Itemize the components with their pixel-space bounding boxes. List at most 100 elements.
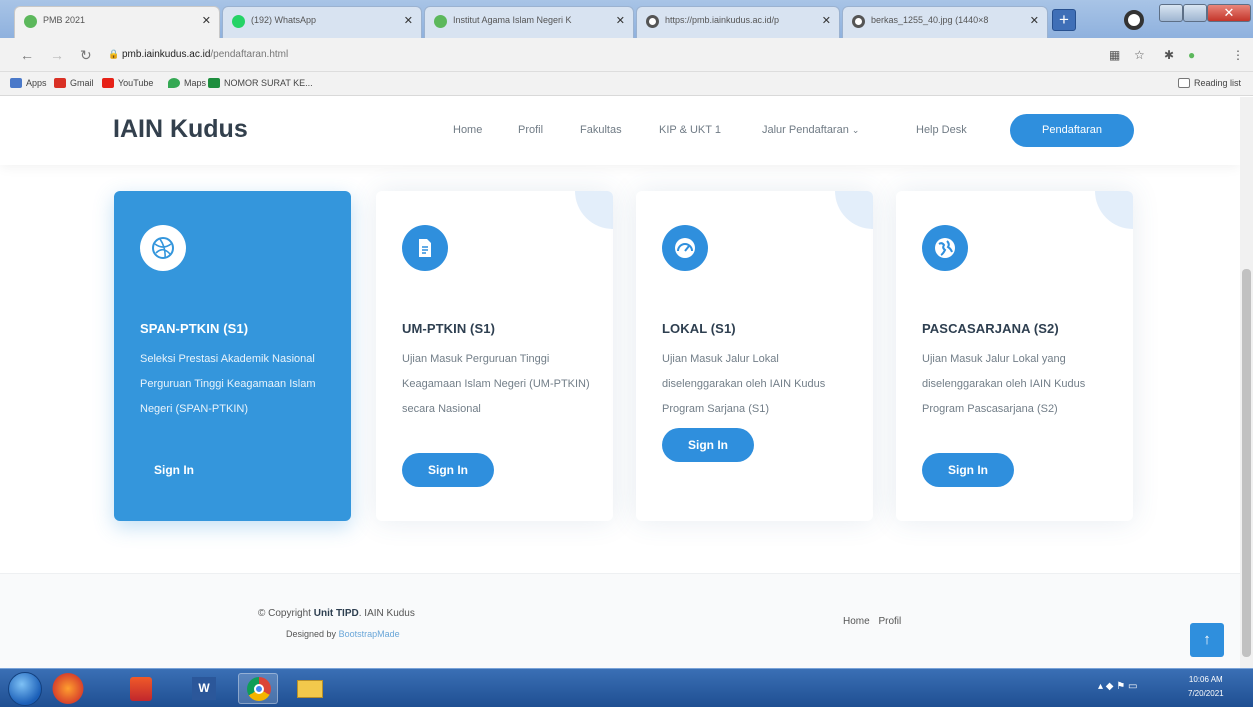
sign-in-button[interactable]: Sign In bbox=[922, 453, 1014, 487]
new-tab-button[interactable]: + bbox=[1052, 9, 1076, 31]
tab-label: berkas_1255_40.jpg (1440×8 bbox=[871, 15, 989, 25]
close-tab-icon[interactable]: ✕ bbox=[1030, 14, 1039, 27]
close-tab-icon[interactable]: ✕ bbox=[202, 14, 211, 27]
close-tab-icon[interactable]: ✕ bbox=[616, 14, 625, 27]
card-um-ptkin: UM-PTKIN (S1) Ujian Masuk Perguruan Ting… bbox=[376, 191, 613, 521]
extensions-puzzle-icon[interactable]: ✱ bbox=[1164, 48, 1174, 62]
reading-list-label: Reading list bbox=[1194, 78, 1242, 88]
browser-menu-icon[interactable]: ⋮ bbox=[1232, 48, 1244, 62]
card-description: Ujian Masuk Jalur Lokal yang diselenggar… bbox=[922, 353, 1086, 415]
bookmark-label: Apps bbox=[26, 78, 47, 88]
bookmark-label: YouTube bbox=[118, 78, 154, 88]
profile-avatar-icon[interactable] bbox=[1124, 10, 1144, 30]
globe-favicon-icon bbox=[852, 15, 865, 28]
site-favicon-icon bbox=[434, 15, 447, 28]
whatsapp-icon bbox=[232, 15, 245, 28]
footer-links: Home Profil bbox=[843, 616, 901, 627]
page-scrollbar[interactable] bbox=[1240, 97, 1253, 668]
file-explorer-icon[interactable] bbox=[290, 673, 330, 704]
url-path: /pendaftaran.html bbox=[210, 49, 289, 60]
chevron-down-icon: ⌄ bbox=[851, 125, 860, 135]
bookmark-label: NOMOR SURAT KE... bbox=[224, 78, 313, 88]
bookmark-star-icon[interactable]: ☆ bbox=[1134, 48, 1145, 62]
clock-time: 10:06 AM bbox=[1188, 675, 1223, 684]
globe-favicon-icon bbox=[646, 15, 659, 28]
bookmark-apps[interactable]: Apps bbox=[10, 78, 47, 88]
tab-label: https://pmb.iainkudus.ac.id/p bbox=[665, 15, 780, 25]
corner-decoration bbox=[575, 191, 613, 229]
nav-home[interactable]: Home bbox=[453, 124, 482, 136]
bookmark-label: Gmail bbox=[70, 78, 94, 88]
browser-toolbar: ← → ↻ 🔒 pmb.iainkudus.ac.id/pendaftaran.… bbox=[0, 38, 1253, 72]
maximize-window-button[interactable] bbox=[1183, 4, 1207, 22]
copyright-prefix: © Copyright bbox=[258, 608, 311, 619]
site-header: IAIN Kudus Home Profil Fakultas KIP & UK… bbox=[0, 97, 1240, 165]
pendaftaran-button[interactable]: Pendaftaran bbox=[1010, 114, 1134, 147]
nav-kip-ukt[interactable]: KIP & UKT 1 bbox=[659, 124, 721, 136]
sign-in-button[interactable]: Sign In bbox=[402, 453, 494, 487]
bookmark-gmail[interactable]: Gmail bbox=[54, 78, 94, 88]
tab-label: PMB 2021 bbox=[43, 15, 86, 25]
nav-help-desk[interactable]: Help Desk bbox=[916, 124, 967, 136]
card-description: Ujian Masuk Jalur Lokal diselenggarakan … bbox=[662, 353, 826, 415]
extension-icon[interactable]: ● bbox=[1188, 48, 1195, 62]
footer-link-home[interactable]: Home bbox=[843, 616, 870, 627]
web-page: IAIN Kudus Home Profil Fakultas KIP & UK… bbox=[0, 97, 1240, 668]
close-tab-icon[interactable]: ✕ bbox=[822, 14, 831, 27]
sign-in-button[interactable]: Sign In bbox=[144, 453, 204, 487]
back-arrow-icon[interactable]: ← bbox=[20, 47, 34, 63]
tab-pmb-url[interactable]: https://pmb.iainkudus.ac.id/p ✕ bbox=[636, 6, 840, 38]
taskbar-clock[interactable]: 10:06 AM 7/20/2021 bbox=[1188, 673, 1224, 701]
back-to-top-button[interactable]: ↑ bbox=[1190, 623, 1224, 657]
translate-icon[interactable]: ▦ bbox=[1109, 48, 1120, 62]
corner-decoration bbox=[835, 191, 873, 229]
reading-list-icon bbox=[1178, 78, 1190, 88]
arrow-up-icon: ↑ bbox=[1203, 631, 1211, 648]
chrome-icon[interactable] bbox=[238, 673, 278, 704]
card-title: UM-PTKIN (S1) bbox=[402, 321, 496, 336]
nav-fakultas[interactable]: Fakultas bbox=[580, 124, 622, 136]
sheets-icon bbox=[208, 78, 220, 88]
url-host: pmb.iainkudus.ac.id bbox=[122, 49, 211, 60]
forward-arrow-icon[interactable]: → bbox=[50, 47, 64, 63]
reading-list-button[interactable]: Reading list bbox=[1178, 78, 1241, 88]
card-description: Seleksi Prestasi Akademik Nasional Pergu… bbox=[140, 353, 316, 415]
tab-berkas[interactable]: berkas_1255_40.jpg (1440×8 ✕ bbox=[842, 6, 1048, 38]
office-icon[interactable] bbox=[130, 677, 152, 701]
maps-pin-icon bbox=[168, 78, 180, 88]
reload-icon[interactable]: ↻ bbox=[80, 47, 92, 64]
footer-link-profil[interactable]: Profil bbox=[878, 616, 901, 627]
card-lokal: LOKAL (S1) Ujian Masuk Jalur Lokal disel… bbox=[636, 191, 873, 521]
system-tray-icons[interactable]: ▴ ◆ ⚑ ▭ bbox=[1098, 681, 1137, 692]
firefox-icon[interactable] bbox=[48, 673, 88, 704]
bookmark-maps[interactable]: Maps bbox=[168, 78, 206, 88]
card-title: SPAN-PTKIN (S1) bbox=[140, 321, 249, 336]
sign-in-button[interactable]: Sign In bbox=[662, 428, 754, 462]
card-pascasarjana: PASCASARJANA (S2) Ujian Masuk Jalur Loka… bbox=[896, 191, 1133, 521]
scrollbar-thumb[interactable] bbox=[1242, 269, 1251, 657]
tab-label: (192) WhatsApp bbox=[251, 15, 317, 25]
dribbble-ball-icon bbox=[140, 225, 186, 271]
tab-pmb-2021[interactable]: PMB 2021 ✕ bbox=[14, 6, 220, 38]
card-span-ptkin: SPAN-PTKIN (S1) Seleksi Prestasi Akademi… bbox=[114, 191, 351, 521]
tab-institut[interactable]: Institut Agama Islam Negeri K ✕ bbox=[424, 6, 634, 38]
nav-profil[interactable]: Profil bbox=[518, 124, 543, 136]
close-window-button[interactable]: ✕ bbox=[1207, 4, 1251, 22]
site-logo[interactable]: IAIN Kudus bbox=[113, 115, 248, 144]
corner-decoration bbox=[1095, 191, 1133, 229]
bookmark-nomor-surat[interactable]: NOMOR SURAT KE... bbox=[208, 78, 313, 88]
browser-tab-strip: PMB 2021 ✕ (192) WhatsApp ✕ Institut Aga… bbox=[0, 0, 1253, 38]
address-bar-input[interactable]: 🔒 pmb.iainkudus.ac.id/pendaftaran.html bbox=[104, 44, 1104, 66]
clock-date: 7/20/2021 bbox=[1188, 689, 1224, 698]
close-tab-icon[interactable]: ✕ bbox=[404, 14, 413, 27]
minimize-window-button[interactable] bbox=[1159, 4, 1183, 22]
bookmark-label: Maps bbox=[184, 78, 207, 88]
word-icon[interactable]: W bbox=[184, 673, 224, 704]
nav-jalur-pendaftaran[interactable]: Jalur Pendaftaran ⌄ bbox=[762, 124, 859, 136]
document-icon bbox=[402, 225, 448, 271]
start-button[interactable] bbox=[8, 672, 42, 706]
bootstrapmade-link[interactable]: BootstrapMade bbox=[339, 629, 400, 639]
card-description: Ujian Masuk Perguruan Tinggi Keagamaan I… bbox=[402, 353, 590, 415]
bookmark-youtube[interactable]: YouTube bbox=[102, 78, 153, 88]
tab-whatsapp[interactable]: (192) WhatsApp ✕ bbox=[222, 6, 422, 38]
